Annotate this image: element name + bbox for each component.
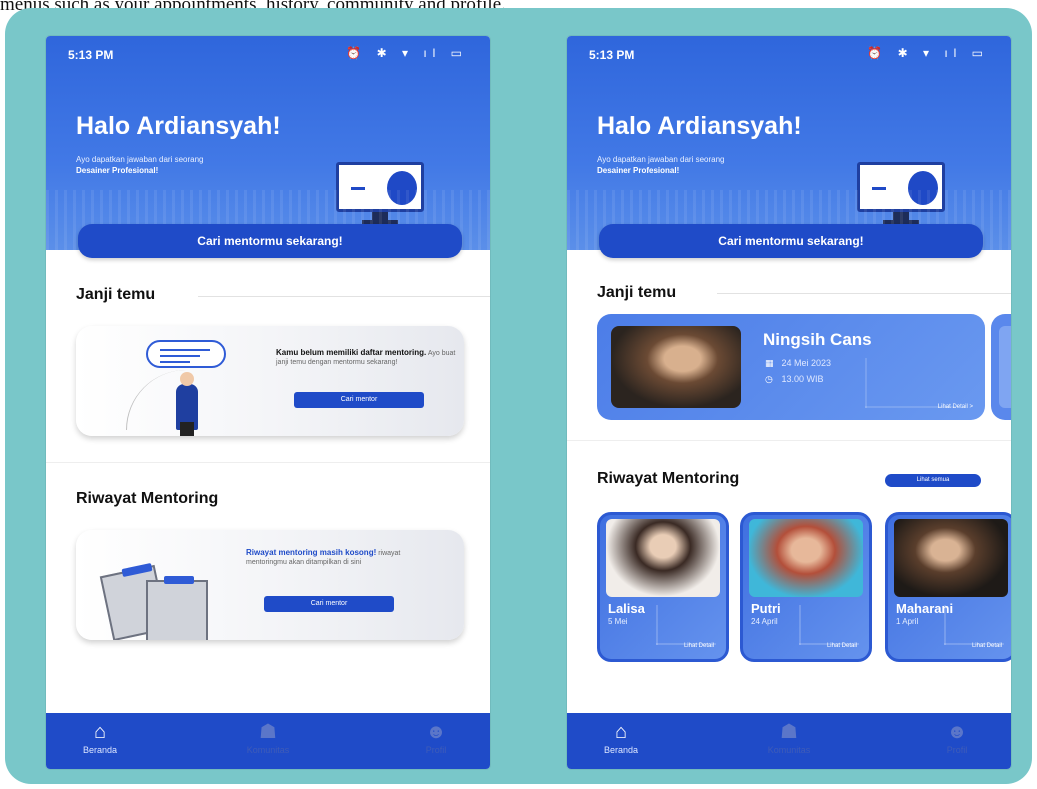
- appointment-detail-link[interactable]: Lihat Detail >: [938, 404, 973, 410]
- hero-header: 5:13 PM ⏰ ✱ ▾ ıl ▭ Halo Ardiansyah! Ayo …: [567, 36, 1011, 250]
- section-divider-line: [717, 293, 1011, 294]
- see-all-button[interactable]: Lihat semua: [885, 474, 981, 487]
- monitor-illustration: [336, 162, 424, 224]
- home-icon: ⌂: [614, 721, 628, 743]
- greeting-subtitle-text: Ayo dapatkan jawaban dari seorang: [76, 155, 204, 164]
- mentor-photo: [894, 519, 1008, 597]
- appointment-time: ◷ 13.00 WIB: [765, 374, 824, 385]
- greeting-subtitle: Ayo dapatkan jawaban dari seorang Desain…: [597, 154, 847, 176]
- home-icon: ⌂: [93, 721, 107, 743]
- history-card[interactable]: Maharani 1 April Lihat Detail: [885, 512, 1011, 662]
- history-detail-link[interactable]: Lihat Detail: [827, 643, 857, 649]
- appointment-date-text: 24 Mei 2023: [781, 358, 832, 368]
- profile-icon: ☻: [946, 721, 968, 743]
- history-card[interactable]: Lalisa 5 Mei Lihat Detail: [597, 512, 729, 662]
- appointments-empty-message: Kamu belum memiliki daftar mentoring. Ay…: [276, 348, 456, 367]
- greeting-title: Halo Ardiansyah!: [76, 112, 281, 140]
- monitor-illustration: [857, 162, 945, 224]
- history-mentor-name: Putri: [751, 601, 781, 616]
- nav-item-home[interactable]: ⌂ Beranda: [571, 719, 671, 755]
- appointment-card[interactable]: Ningsih Cans ▦ 24 Mei 2023 ◷ 13.00 WIB L…: [597, 314, 985, 420]
- nav-label-profile: Profil: [425, 745, 447, 755]
- appointment-date: ▦ 24 Mei 2023: [765, 358, 831, 369]
- greeting-subtitle-text: Ayo dapatkan jawaban dari seorang: [597, 155, 725, 164]
- nav-item-community[interactable]: ☗ Komunitas: [218, 719, 318, 755]
- bottom-nav: ⌂ Beranda ☗ Komunitas ☻ Profil: [567, 713, 1011, 769]
- appointment-time-text: 13.00 WIB: [781, 374, 824, 384]
- calendar-icon: ▦: [765, 358, 774, 368]
- nav-item-community[interactable]: ☗ Komunitas: [739, 719, 839, 755]
- section-divider: [567, 440, 1011, 441]
- history-date: 5 Mei: [608, 617, 628, 626]
- status-time: 5:13 PM: [68, 48, 114, 62]
- clock-icon: ◷: [765, 374, 773, 384]
- history-empty-message: Riwayat mentoring masih kosong! riwayat …: [246, 548, 426, 567]
- find-mentor-cta-button[interactable]: Cari mentormu sekarang!: [599, 224, 983, 258]
- nav-label-profile: Profil: [946, 745, 968, 755]
- hero-header: 5:13 PM ⏰ ✱ ▾ ıl ▭ Halo Ardiansyah! Ayo …: [46, 36, 490, 250]
- section-divider-line: [198, 296, 490, 297]
- appointments-empty-card: Kamu belum memiliki daftar mentoring. Ay…: [76, 326, 464, 436]
- appointments-title: Janji temu: [76, 286, 156, 303]
- mentor-name: Ningsih Cans: [763, 330, 872, 349]
- history-detail-link[interactable]: Lihat Detail: [972, 643, 1002, 649]
- history-title: Riwayat Mentoring: [597, 470, 740, 487]
- status-time: 5:13 PM: [589, 48, 635, 62]
- phone-screen-empty-state: 5:13 PM ⏰ ✱ ▾ ıl ▭ Halo Ardiansyah! Ayo …: [46, 36, 490, 769]
- profile-icon: ☻: [425, 721, 447, 743]
- greeting-subtitle: Ayo dapatkan jawaban dari seorang Desain…: [76, 154, 326, 176]
- history-title: Riwayat Mentoring: [76, 490, 219, 507]
- appointments-title: Janji temu: [597, 284, 677, 301]
- greeting-title: Halo Ardiansyah!: [597, 112, 802, 140]
- history-mentor-name: Maharani: [896, 601, 954, 616]
- history-date: 24 April: [751, 617, 778, 626]
- history-empty-card: Riwayat mentoring masih kosong! riwayat …: [76, 530, 464, 640]
- section-divider: [46, 462, 490, 463]
- greeting-subtitle-bold: Desainer Profesional!: [76, 166, 159, 175]
- find-mentor-button[interactable]: Cari mentor: [294, 392, 424, 408]
- nav-label-home: Beranda: [603, 745, 639, 755]
- mentor-photo: [611, 326, 741, 408]
- history-detail-link[interactable]: Lihat Detail: [684, 643, 714, 649]
- history-card[interactable]: Putri 24 April Lihat Detail: [740, 512, 872, 662]
- appointments-empty-bold: Kamu belum memiliki daftar mentoring.: [276, 348, 427, 357]
- appointment-card-next[interactable]: [991, 314, 1011, 420]
- nav-label-home: Beranda: [82, 745, 118, 755]
- nav-label-community: Komunitas: [246, 745, 290, 755]
- find-mentor-cta-button[interactable]: Cari mentormu sekarang!: [78, 224, 462, 258]
- find-mentor-button-history[interactable]: Cari mentor: [264, 596, 394, 612]
- community-icon: ☗: [259, 721, 277, 743]
- history-date: 1 April: [896, 617, 919, 626]
- history-mentor-name: Lalisa: [608, 601, 645, 616]
- mentor-photo: [749, 519, 863, 597]
- nav-label-community: Komunitas: [767, 745, 811, 755]
- chat-bubble-illustration: [146, 340, 226, 368]
- community-icon: ☗: [780, 721, 798, 743]
- phone-screen-filled-state: 5:13 PM ⏰ ✱ ▾ ıl ▭ Halo Ardiansyah! Ayo …: [567, 36, 1011, 769]
- nav-item-home[interactable]: ⌂ Beranda: [50, 719, 150, 755]
- greeting-subtitle-bold: Desainer Profesional!: [597, 166, 680, 175]
- status-icons: ⏰ ✱ ▾ ıl ▭: [346, 46, 468, 60]
- mentor-photo: [606, 519, 720, 597]
- history-empty-bold: Riwayat mentoring masih kosong!: [246, 548, 377, 557]
- nav-item-profile[interactable]: ☻ Profil: [907, 719, 1007, 755]
- status-icons: ⏰ ✱ ▾ ıl ▭: [867, 46, 989, 60]
- nav-item-profile[interactable]: ☻ Profil: [386, 719, 486, 755]
- bottom-nav: ⌂ Beranda ☗ Komunitas ☻ Profil: [46, 713, 490, 769]
